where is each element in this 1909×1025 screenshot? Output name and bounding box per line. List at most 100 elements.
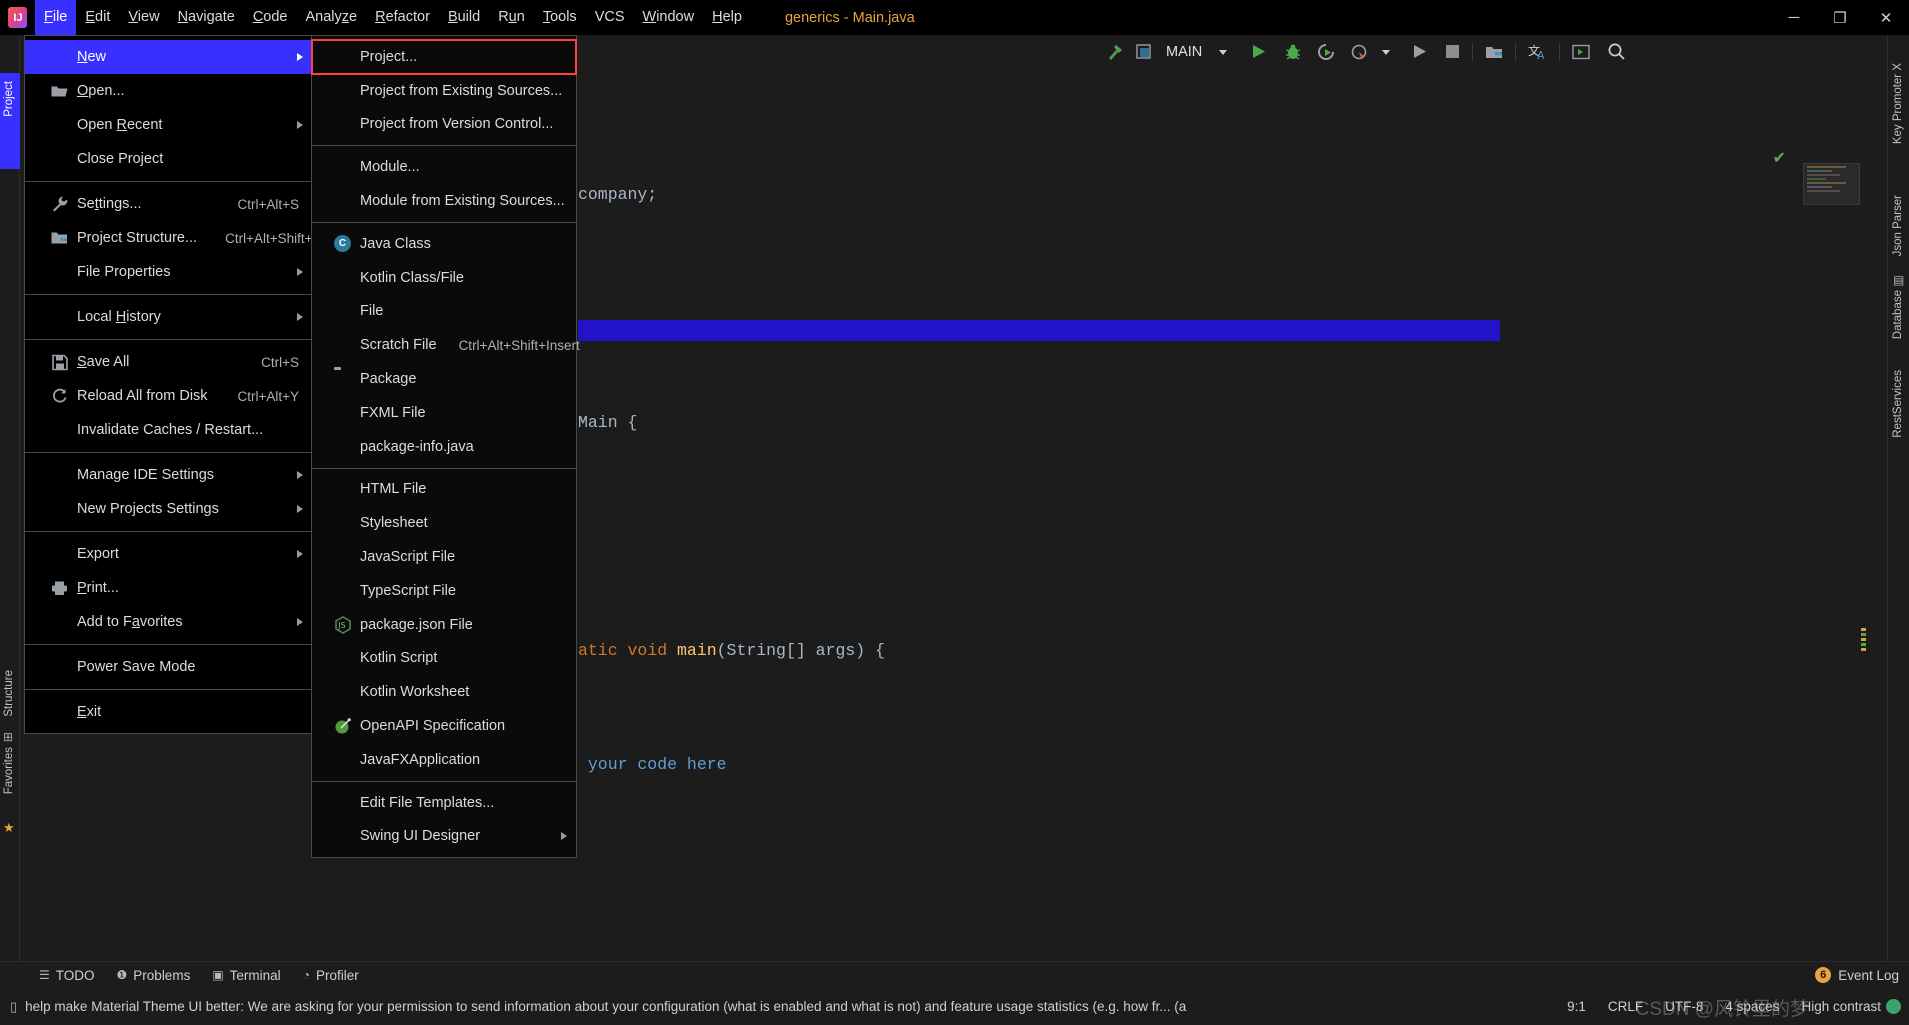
menu-item-power-save-mode[interactable]: Power Save Mode	[25, 650, 313, 684]
tool-window-todo[interactable]: ☰ TODO	[28, 962, 106, 989]
right-tool-rail[interactable]: Key Promoter X Json Parser Database ▤ Re…	[1887, 35, 1909, 990]
menu-item-reload-all-from-disk[interactable]: Reload All from Disk Ctrl+Alt+Y	[25, 379, 313, 413]
submenu-item-package-info-java[interactable]: J package-info.java	[312, 430, 576, 464]
indent-setting[interactable]: 4 spaces	[1725, 999, 1779, 1014]
sidebar-item-structure[interactable]: Structure	[3, 670, 15, 717]
maximize-button[interactable]: ❐	[1817, 0, 1863, 35]
sidebar-item-json-parser[interactable]: Json Parser	[1892, 195, 1904, 256]
tool-window-terminal[interactable]: ▣ Terminal	[201, 962, 291, 989]
menu-item-settings[interactable]: Settings... Ctrl+Alt+S	[25, 187, 313, 221]
run-gray-triangle-icon[interactable]	[1399, 39, 1433, 65]
menu-code[interactable]: Code	[244, 0, 297, 35]
sidebar-item-restservices[interactable]: RestServices	[1892, 370, 1904, 438]
tool-window-profiler[interactable]: ◔ Profiler	[292, 962, 370, 989]
left-tool-rail[interactable]: Project Structure Favorites ⊞ ★	[0, 35, 20, 990]
close-button[interactable]: ✕	[1863, 0, 1909, 35]
submenu-item-typescript-file[interactable]: TS TypeScript File	[312, 574, 576, 608]
submenu-item-javafxapplication[interactable]: J JavaFXApplication	[312, 743, 576, 777]
menu-item-manage-ide-settings[interactable]: Manage IDE Settings	[25, 458, 313, 492]
menu-window[interactable]: Window	[634, 0, 704, 35]
run-triangle-icon[interactable]	[1236, 39, 1272, 65]
menu-item-open-recent[interactable]: Open Recent	[25, 108, 313, 142]
search-icon[interactable]	[1595, 39, 1631, 65]
profiler-clock-icon[interactable]	[1340, 39, 1373, 65]
menu-refactor[interactable]: Refactor	[366, 0, 439, 35]
run-with-coverage-icon[interactable]	[1307, 39, 1340, 65]
high-contrast-toggle[interactable]: High contrast	[1801, 999, 1901, 1014]
submenu-item-javascript-file[interactable]: JS JavaScript File	[312, 540, 576, 574]
code-minimap[interactable]	[1803, 163, 1860, 205]
chevron-down-icon[interactable]	[1210, 39, 1236, 65]
event-log-button[interactable]: 6 Event Log	[1815, 967, 1899, 983]
submenu-item-scratch-file[interactable]: Scratch File Ctrl+Alt+Shift+Insert	[312, 328, 580, 362]
translate-icon[interactable]: 文A	[1523, 39, 1552, 65]
menu-item-print[interactable]: Print...	[25, 571, 313, 605]
status-bar-right[interactable]: 9:1 CRLF UTF-8 4 spaces High contrast	[1567, 999, 1901, 1014]
menu-item-new-projects-settings[interactable]: New Projects Settings	[25, 492, 313, 526]
chevron-down-icon-profiler[interactable]	[1373, 39, 1399, 65]
menu-item-exit[interactable]: Exit	[25, 695, 313, 729]
submenu-item-java-class[interactable]: C Java Class	[312, 227, 576, 261]
menu-navigate[interactable]: Navigate	[169, 0, 244, 35]
submenu-item-package-json-file[interactable]: JS package.json File	[312, 608, 576, 642]
stack-window-icon[interactable]	[1130, 39, 1158, 65]
sidebar-item-project[interactable]: Project	[0, 73, 20, 169]
editor-source-code[interactable]: company; Main { atic void main(String[] …	[578, 100, 1868, 860]
project-structure-icon[interactable]	[1480, 39, 1508, 65]
submenu-item-edit-file-templates[interactable]: Edit File Templates...	[312, 786, 576, 820]
run-configuration-selector[interactable]: MAIN	[1158, 44, 1210, 60]
terminal-icon[interactable]	[1567, 39, 1595, 65]
file-encoding[interactable]: UTF-8	[1665, 999, 1703, 1014]
stop-square-icon[interactable]	[1433, 39, 1465, 65]
menu-item-invalidate-caches[interactable]: Invalidate Caches / Restart...	[25, 413, 313, 447]
menu-item-project-structure[interactable]: Project Structure... Ctrl+Alt+Shift+S	[25, 221, 322, 255]
submenu-item-file[interactable]: File	[312, 295, 576, 329]
submenu-item-openapi-specification[interactable]: OpenAPI Specification	[312, 709, 576, 743]
line-separator[interactable]: CRLF	[1608, 999, 1643, 1014]
menu-item-local-history[interactable]: Local History	[25, 300, 313, 334]
minimize-button[interactable]: ─	[1771, 0, 1817, 35]
main-menu-bar[interactable]: File Edit View Navigate Code Analyze Ref…	[35, 0, 751, 35]
tool-window-bar-bottom[interactable]: ☰ TODO ❶ Problems ▣ Terminal ◔ Profiler …	[0, 961, 1909, 988]
sidebar-item-key-promoter-x[interactable]: Key Promoter X	[1892, 63, 1904, 144]
submenu-item-swing-ui-designer[interactable]: Swing UI Designer	[312, 820, 576, 854]
file-dropdown-menu[interactable]: New Open... Open Recent Close Project Se…	[24, 35, 322, 734]
menu-build[interactable]: Build	[439, 0, 489, 35]
menu-item-export[interactable]: Export	[25, 537, 313, 571]
menu-edit[interactable]: Edit	[76, 0, 119, 35]
submenu-item-project[interactable]: Project...	[311, 39, 577, 75]
menu-tools[interactable]: Tools	[534, 0, 586, 35]
submenu-item-stylesheet[interactable]: CSS Stylesheet	[312, 506, 576, 540]
submenu-item-module[interactable]: Module...	[312, 150, 576, 184]
submenu-item-html-file[interactable]: H HTML File	[312, 473, 576, 507]
menu-analyze[interactable]: Analyze	[297, 0, 367, 35]
menu-help[interactable]: Help	[703, 0, 751, 35]
sidebar-item-database[interactable]: Database	[1892, 290, 1904, 339]
new-submenu[interactable]: Project... Project from Existing Sources…	[311, 35, 580, 859]
submenu-item-kotlin-class-file[interactable]: Kotlin Class/File	[312, 261, 576, 295]
menu-item-open[interactable]: Open...	[25, 74, 313, 108]
submenu-item-project-from-existing-sources[interactable]: Project from Existing Sources...	[312, 74, 576, 108]
menu-view[interactable]: View	[119, 0, 168, 35]
menu-item-save-all[interactable]: Save All Ctrl+S	[25, 345, 313, 379]
menu-file[interactable]: File	[35, 0, 77, 35]
menu-vcs[interactable]: VCS	[586, 0, 634, 35]
main-toolbar[interactable]: MAIN 文A	[1100, 35, 1887, 68]
submenu-item-fxml-file[interactable]: <> FXML File	[312, 396, 576, 430]
code-editor[interactable]: company; Main { atic void main(String[] …	[578, 68, 1868, 988]
submenu-item-project-from-version-control[interactable]: Project from Version Control...	[312, 108, 576, 142]
sidebar-item-favorites[interactable]: Favorites	[3, 747, 15, 794]
submenu-item-module-from-existing-sources[interactable]: Module from Existing Sources...	[312, 184, 576, 218]
caret-position[interactable]: 9:1	[1567, 999, 1586, 1014]
submenu-item-kotlin-worksheet[interactable]: Kotlin Worksheet	[312, 675, 576, 709]
menu-item-new[interactable]: New	[25, 40, 313, 74]
status-message[interactable]: ▯ help make Material Theme UI better: We…	[10, 999, 1190, 1015]
window-controls[interactable]: ─ ❐ ✕	[1771, 0, 1909, 35]
menu-run[interactable]: Run	[489, 0, 534, 35]
submenu-item-package[interactable]: Package	[312, 362, 576, 396]
hammer-icon[interactable]	[1100, 39, 1130, 65]
debug-bug-icon[interactable]	[1272, 39, 1307, 65]
menu-item-add-to-favorites[interactable]: Add to Favorites	[25, 605, 313, 639]
menu-item-close-project[interactable]: Close Project	[25, 142, 313, 176]
menu-item-file-properties[interactable]: File Properties	[25, 255, 313, 289]
